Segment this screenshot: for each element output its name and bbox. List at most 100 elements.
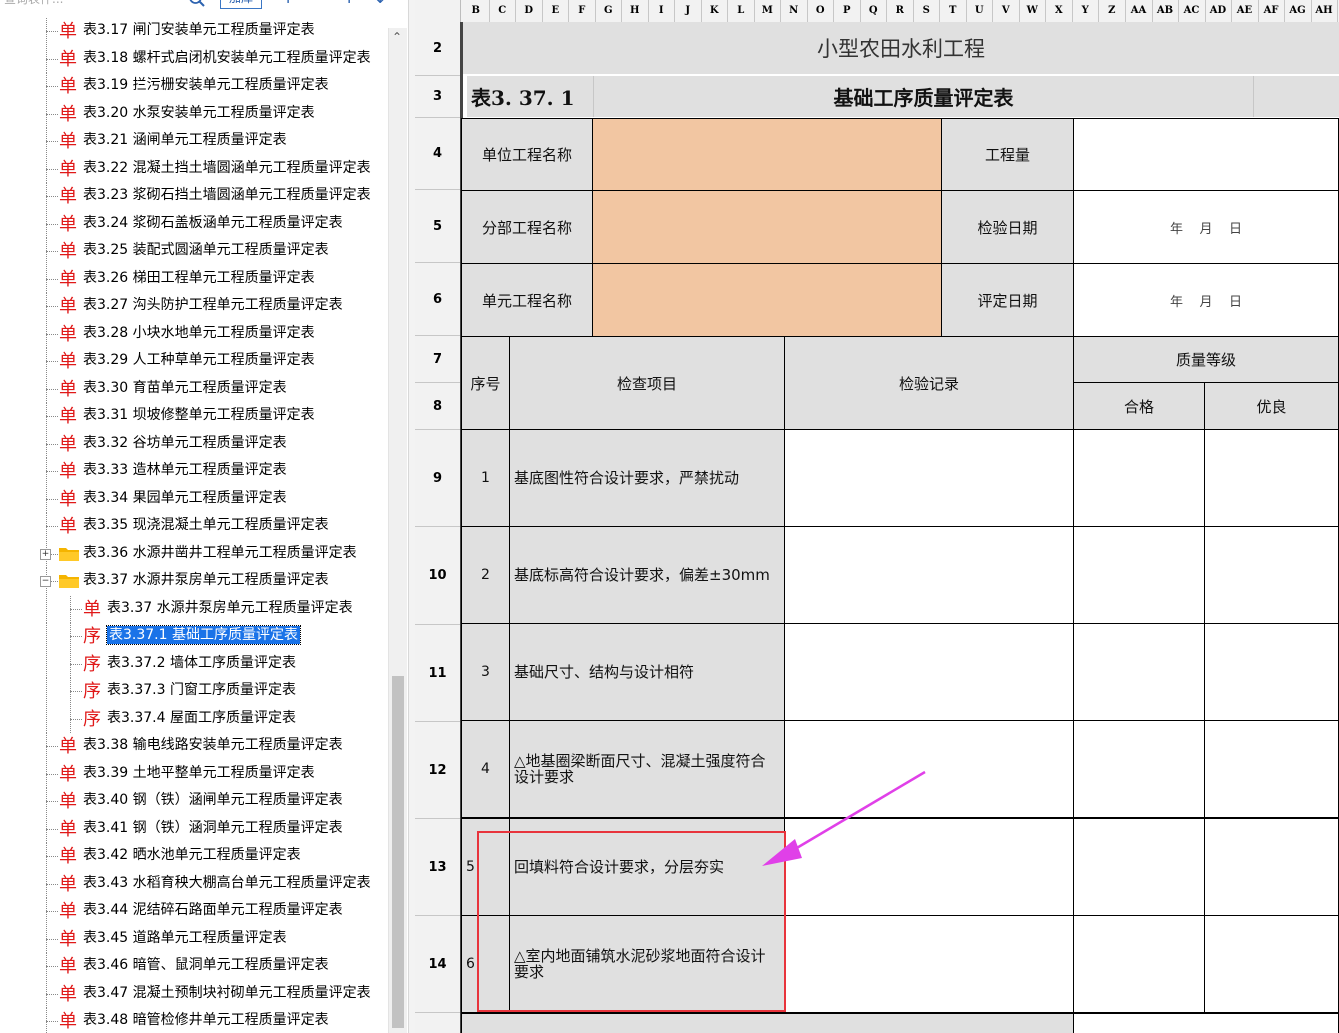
item-check-text[interactable]: △室内地面铺筑水泥砂浆地面符合设计要求: [509, 915, 785, 1013]
footer-value-cell[interactable]: [1073, 1013, 1339, 1033]
tree-item-label[interactable]: 表3.40 钢（铁）涵闸单元工程质量评定表: [83, 791, 343, 809]
search-icon[interactable]: [188, 0, 206, 8]
column-header[interactable]: H: [622, 0, 649, 22]
tree-item-label[interactable]: 表3.34 果园单元工程质量评定表: [83, 489, 287, 507]
tree-item[interactable]: 单表3.27 沟头防护工程单元工程质量评定表: [0, 293, 388, 320]
column-header[interactable]: N: [781, 0, 808, 22]
tree-item-label[interactable]: 表3.38 输电线路安装单元工程质量评定表: [83, 736, 343, 754]
tree-item-label[interactable]: 表3.31 坝坡修整单元工程质量评定表: [83, 406, 315, 424]
tree-item-label[interactable]: 表3.17 闸门安装单元工程质量评定表: [83, 21, 315, 39]
tree-item-label[interactable]: 表3.37 水源井泵房单元工程质量评定表: [107, 599, 353, 617]
assess-date-label[interactable]: 评定日期: [941, 263, 1074, 337]
excellent-header[interactable]: 优良: [1204, 382, 1339, 430]
column-header[interactable]: AG: [1285, 0, 1312, 22]
row-header[interactable]: 14: [415, 916, 460, 1013]
column-header[interactable]: R: [887, 0, 914, 22]
column-header[interactable]: E: [543, 0, 569, 22]
add-icon[interactable]: +: [281, 0, 295, 8]
item-pass-input[interactable]: [1073, 818, 1205, 916]
tree-item[interactable]: 单表3.37 水源井泵房单元工程质量评定表: [0, 595, 388, 623]
tree-item-label[interactable]: 表3.23 浆砌石挡土墙圆涵单元工程质量评定表: [83, 186, 371, 204]
column-header[interactable]: C: [490, 0, 516, 22]
table-number[interactable]: 表3. 37. 1: [467, 76, 593, 117]
record-header[interactable]: 检验记录: [784, 336, 1074, 430]
tree-item[interactable]: 单表3.45 道路单元工程质量评定表: [0, 925, 388, 953]
sub-project-label[interactable]: 分部工程名称: [461, 190, 593, 264]
tree-item-label[interactable]: 表3.37.4 屋面工序质量评定表: [107, 709, 296, 727]
item-number[interactable]: 4: [461, 720, 510, 818]
column-header[interactable]: O: [808, 0, 834, 22]
tree-item[interactable]: 单表3.30 育苗单元工程质量评定表: [0, 375, 388, 403]
item-check-text[interactable]: 回填料符合设计要求，分层夯实: [509, 818, 785, 916]
tree-item-label[interactable]: 表3.24 浆砌石盖板涵单元工程质量评定表: [83, 214, 343, 232]
item-excellent-input[interactable]: [1204, 623, 1339, 721]
tree-item[interactable]: 序表3.37.2 墙体工序质量评定表: [0, 650, 388, 678]
column-header[interactable]: M: [755, 0, 781, 22]
column-header[interactable]: I: [649, 0, 675, 22]
tree-item-label[interactable]: 表3.37.2 墙体工序质量评定表: [107, 654, 296, 672]
chevron-up-icon[interactable]: ⌃: [392, 30, 402, 44]
row-header[interactable]: 13: [415, 819, 460, 916]
tree-item-label[interactable]: 表3.41 钢（铁）涵洞单元工程质量评定表: [83, 819, 343, 837]
item-record-input[interactable]: [784, 526, 1074, 624]
row-header[interactable]: 12: [415, 722, 460, 819]
item-record-input[interactable]: [784, 720, 1074, 818]
tree-item[interactable]: 单表3.47 混凝土预制块衬砌单元工程质量评定表: [0, 980, 388, 1008]
tree-item[interactable]: 单表3.41 钢（铁）涵洞单元工程质量评定表: [0, 815, 388, 843]
item-pass-input[interactable]: [1073, 623, 1205, 721]
tree-item-label[interactable]: 表3.42 晒水池单元工程质量评定表: [83, 846, 301, 864]
tree-item[interactable]: 序表3.37.3 门窗工序质量评定表: [0, 678, 388, 705]
column-header[interactable]: AE: [1232, 0, 1259, 22]
column-header[interactable]: T: [940, 0, 967, 22]
tree-item-label[interactable]: 表3.33 造林单元工程质量评定表: [83, 461, 287, 479]
pass-header[interactable]: 合格: [1073, 382, 1205, 430]
table-title[interactable]: 基础工序质量评定表: [593, 76, 1253, 117]
item-excellent-input[interactable]: [1204, 429, 1339, 527]
tree-item-label[interactable]: 表3.28 小块水地单元工程质量评定表: [83, 324, 315, 342]
tree-item-label[interactable]: 表3.47 混凝土预制块衬砌单元工程质量评定表: [83, 984, 371, 1002]
move-down-icon[interactable]: ↓: [373, 0, 387, 8]
element-project-input[interactable]: [592, 263, 942, 337]
sub-project-input[interactable]: [592, 190, 942, 264]
expand-icon[interactable]: +: [40, 548, 51, 560]
column-header[interactable]: J: [675, 0, 702, 22]
tree-item-label[interactable]: 表3.43 水稻育秧大棚高台单元工程质量评定表: [83, 874, 371, 892]
row-header[interactable]: 10: [415, 527, 460, 625]
tree-item[interactable]: 单表3.28 小块水地单元工程质量评定表: [0, 320, 388, 348]
column-header[interactable]: F: [569, 0, 596, 22]
column-header[interactable]: D: [516, 0, 543, 22]
column-header[interactable]: B: [463, 0, 490, 22]
tree-item[interactable]: 单表3.35 现浇混凝土单元工程质量评定表: [0, 513, 388, 540]
tree-item[interactable]: 单表3.26 梯田工程单元工程质量评定表: [0, 265, 388, 293]
item-record-input[interactable]: [784, 429, 1074, 527]
tree-item-label[interactable]: 表3.36 水源井凿井工程单元工程质量评定表: [83, 544, 357, 562]
tree-item-label[interactable]: 表3.25 装配式圆涵单元工程质量评定表: [83, 241, 329, 259]
scrollbar-thumb[interactable]: [392, 676, 404, 1028]
tree-scrollbar[interactable]: ⌃: [388, 28, 407, 1033]
tree-item[interactable]: 单表3.29 人工种草单元工程质量评定表: [0, 348, 388, 375]
column-header[interactable]: Q: [861, 0, 887, 22]
tree-item[interactable]: 单表3.48 暗管检修井单元工程质量评定表: [0, 1008, 388, 1033]
tree-item-label[interactable]: 表3.30 育苗单元工程质量评定表: [83, 379, 287, 397]
item-check-text[interactable]: 基底图性符合设计要求，严禁扰动: [509, 429, 785, 527]
item-pass-input[interactable]: [1073, 429, 1205, 527]
grade-header[interactable]: 质量等级: [1073, 336, 1339, 383]
add-library-button[interactable]: 加库: [220, 0, 263, 9]
seq-header[interactable]: 序号: [461, 336, 510, 430]
tree-item[interactable]: 单表3.19 拦污栅安装单元工程质量评定表: [0, 73, 388, 100]
tree-item-label[interactable]: 表3.45 道路单元工程质量评定表: [83, 929, 287, 947]
tree-item[interactable]: 单表3.44 泥结碎石路面单元工程质量评定表: [0, 898, 388, 925]
tree-item[interactable]: 序表3.37.1 基础工序质量评定表: [0, 623, 388, 650]
tree-item[interactable]: 单表3.17 闸门安装单元工程质量评定表: [0, 18, 388, 45]
tree-item-label[interactable]: 表3.19 拦污栅安装单元工程质量评定表: [83, 76, 329, 94]
item-record-input[interactable]: [784, 915, 1074, 1013]
column-header[interactable]: Z: [1099, 0, 1126, 22]
tree-item[interactable]: 单表3.42 晒水池单元工程质量评定表: [0, 843, 388, 870]
column-header[interactable]: AD: [1205, 0, 1232, 22]
column-header[interactable]: AF: [1258, 0, 1285, 22]
row-header[interactable]: 8: [415, 383, 460, 430]
title-filler-cell[interactable]: [1253, 76, 1339, 117]
item-excellent-input[interactable]: [1204, 915, 1339, 1013]
item-number[interactable]: 5: [461, 818, 510, 916]
column-header[interactable]: U: [967, 0, 993, 22]
